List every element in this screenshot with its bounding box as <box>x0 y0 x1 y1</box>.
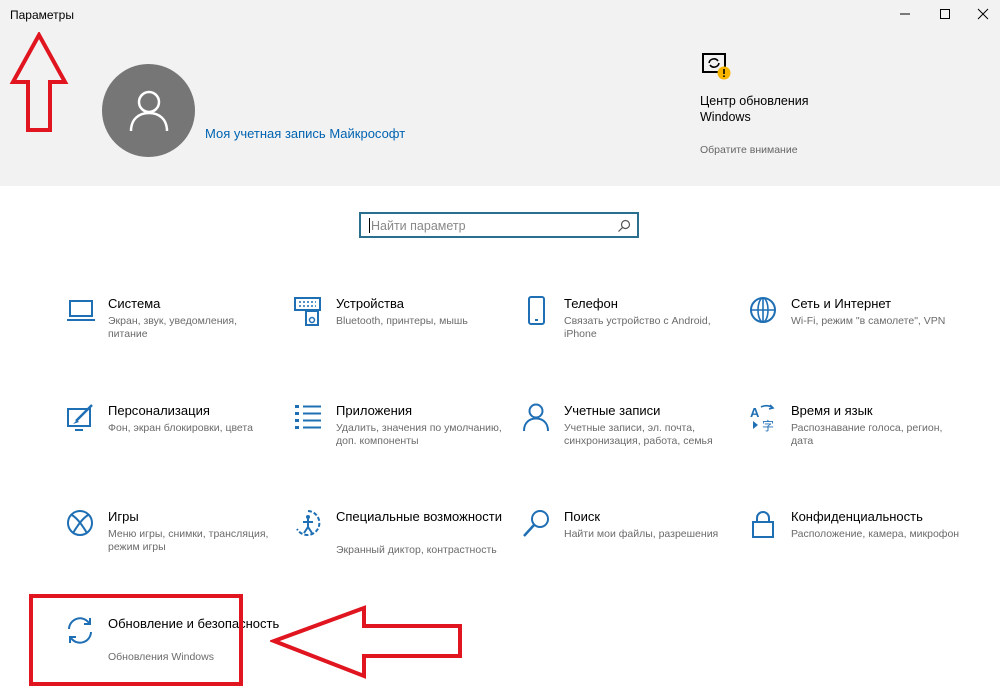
tile-title: Сеть и Интернет <box>791 296 892 311</box>
tile-devices[interactable]: Устройства Bluetooth, принтеры, мышь <box>294 296 514 376</box>
lock-icon <box>752 511 774 538</box>
tile-desc: Фон, экран блокировки, цвета <box>108 422 253 434</box>
text-cursor <box>369 218 370 233</box>
maximize-button[interactable] <box>928 2 962 26</box>
svg-text:A: A <box>750 405 760 420</box>
tile-title: Конфиденциальность <box>791 509 923 524</box>
tile-desc: Связать устройство с Android, iPhone <box>564 315 711 340</box>
tile-desc: Wi-Fi, режим "в самолете", VPN <box>791 315 946 327</box>
annotation-arrow-left <box>270 605 462 679</box>
tile-desc: Учетные записи, эл. почта, синхронизация… <box>564 422 713 447</box>
search-icon <box>618 219 631 232</box>
tile-desc: Найти мои файлы, разрешения <box>564 528 719 540</box>
tile-desc: Экранный диктор, контрастность <box>336 544 497 556</box>
user-icon <box>129 90 168 131</box>
laptop-icon <box>67 300 95 321</box>
tile-accounts[interactable]: Учетные записи Учетные записи, эл. почта… <box>522 403 742 483</box>
minimize-button[interactable] <box>888 2 922 26</box>
tile-phone[interactable]: Телефон Связать устройство с Android, iP… <box>522 296 742 376</box>
annotation-highlight-box <box>29 594 243 686</box>
tile-title: Устройства <box>336 296 405 311</box>
close-button[interactable] <box>966 2 1000 26</box>
update-center-status: Обратите внимание <box>700 144 798 156</box>
avatar[interactable] <box>102 64 195 157</box>
annotation-arrow-up <box>9 32 69 132</box>
person-icon <box>523 403 549 432</box>
tile-title: Поиск <box>564 509 601 524</box>
accessibility-icon <box>296 510 321 536</box>
tile-title: Время и язык <box>791 403 873 418</box>
paint-icon <box>67 404 93 431</box>
tile-title: Учетные записи <box>564 403 661 418</box>
tile-privacy[interactable]: Конфиденциальность Расположение, камера,… <box>749 509 969 589</box>
xbox-icon <box>67 510 93 536</box>
tile-desc: Удалить, значения по умолчанию, доп. ком… <box>336 422 502 447</box>
svg-text:字: 字 <box>762 418 774 433</box>
tile-desc: Расположение, камера, микрофон <box>791 528 960 540</box>
globe-icon <box>750 297 776 323</box>
update-center-title[interactable]: Центр обновления Windows <box>700 94 820 125</box>
tile-apps[interactable]: Приложения Удалить, значения по умолчани… <box>294 403 514 483</box>
tile-time-language[interactable]: A 字 Время и язык Распознавание голоса, р… <box>749 403 969 483</box>
update-center-icon[interactable] <box>700 50 734 84</box>
time-language-icon: A 字 <box>750 404 775 433</box>
apps-list-icon <box>295 405 321 429</box>
search-box[interactable]: Найти параметр <box>359 212 639 238</box>
tile-title: Телефон <box>564 296 618 311</box>
tile-title: Приложения <box>336 403 413 418</box>
tile-accessibility[interactable]: Специальные возможности Экранный диктор,… <box>294 509 514 589</box>
tile-title: Персонализация <box>108 403 210 418</box>
tile-gaming[interactable]: Игры Меню игры, снимки, трансляция, режи… <box>66 509 286 589</box>
tile-personalization[interactable]: Персонализация Фон, экран блокировки, цв… <box>66 403 286 483</box>
search-placeholder: Найти параметр <box>371 219 466 233</box>
keyboard-speaker-icon <box>294 297 321 326</box>
window-title: Параметры <box>10 8 74 22</box>
minimize-icon <box>900 13 910 15</box>
close-icon <box>977 8 989 20</box>
tile-desc: Экран, звук, уведомления, питание <box>108 315 238 340</box>
tile-desc: Меню игры, снимки, трансляция, режим игр… <box>108 528 269 553</box>
maximize-icon <box>940 9 950 19</box>
tile-search[interactable]: Поиск Найти мои файлы, разрешения <box>522 509 742 589</box>
tile-title: Система <box>108 296 161 311</box>
search-icon <box>523 510 549 537</box>
tile-network[interactable]: Сеть и Интернет Wi-Fi, режим "в самолете… <box>749 296 969 376</box>
microsoft-account-link[interactable]: Моя учетная запись Майкрософт <box>205 126 405 141</box>
tile-title: Специальные возможности <box>336 509 502 524</box>
tile-title: Игры <box>108 509 139 524</box>
phone-icon <box>528 296 545 325</box>
tile-desc: Bluetooth, принтеры, мышь <box>336 315 468 327</box>
tile-desc: Распознавание голоса, регион, дата <box>791 422 943 447</box>
tile-system[interactable]: Система Экран, звук, уведомления, питани… <box>66 296 286 376</box>
